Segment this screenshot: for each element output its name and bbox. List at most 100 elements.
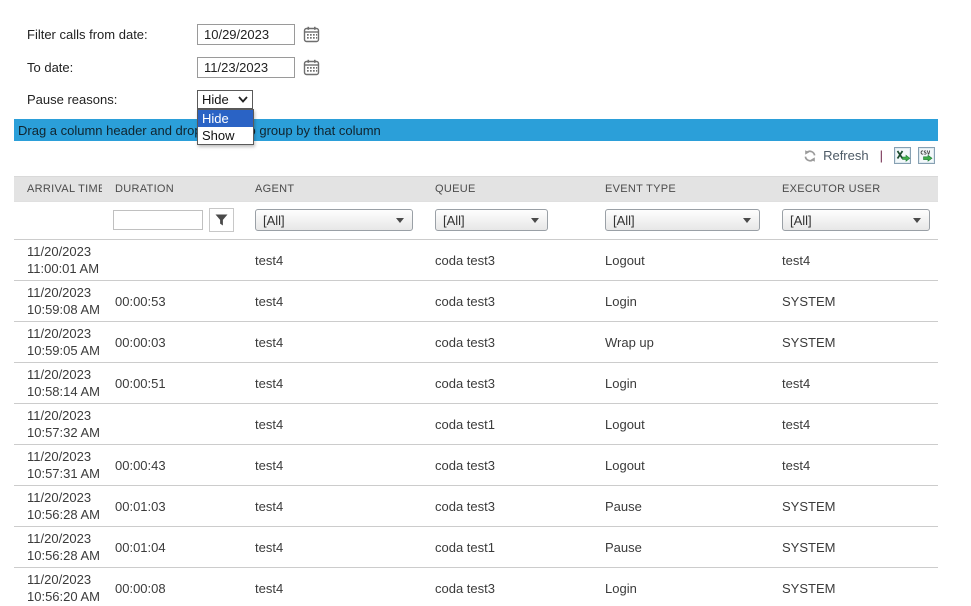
chevron-down-icon	[238, 96, 248, 103]
cell-executor-user: test4	[769, 404, 938, 445]
table-row[interactable]: 11/20/202310:58:14 AM 00:00:51 test4 cod…	[14, 363, 938, 404]
column-header-queue[interactable]: QUEUE	[422, 177, 592, 202]
cell-arrival-time: 11/20/202310:56:20 AM	[14, 568, 102, 606]
cell-arrival-time: 11/20/202310:58:14 AM	[14, 363, 102, 404]
pause-reasons-select[interactable]: Hide	[197, 90, 253, 109]
cell-duration: 00:00:53	[102, 281, 242, 322]
pause-reasons-row: Pause reasons: Hide	[27, 90, 253, 109]
cell-agent: test4	[242, 527, 422, 568]
table-row[interactable]: 11/20/202310:57:31 AM 00:00:43 test4 cod…	[14, 445, 938, 486]
cell-queue: coda test3	[422, 486, 592, 527]
grid-filter-row: [All] [All] [All] [All]	[14, 202, 938, 240]
calendar-icon[interactable]	[303, 26, 320, 43]
grid-header-row: ARRIVAL TIME DURATION AGENT QUEUE EVENT …	[14, 177, 938, 202]
filter-from-label: Filter calls from date:	[27, 27, 197, 42]
cell-queue: coda test3	[422, 568, 592, 606]
chevron-down-icon	[913, 218, 921, 223]
pause-reasons-option-list: Hide Show	[197, 109, 254, 145]
cell-executor-user: test4	[769, 240, 938, 281]
filter-to-date-input[interactable]	[197, 57, 295, 78]
cell-executor-user: SYSTEM	[769, 527, 938, 568]
cell-queue: coda test3	[422, 445, 592, 486]
cell-executor-user: SYSTEM	[769, 281, 938, 322]
cell-duration: 00:00:43	[102, 445, 242, 486]
table-row[interactable]: 11/20/202310:59:08 AM 00:00:53 test4 cod…	[14, 281, 938, 322]
agent-filter-value: [All]	[263, 213, 285, 228]
cell-event-type: Login	[592, 363, 769, 404]
cell-queue: coda test1	[422, 527, 592, 568]
filter-to-label: To date:	[27, 60, 197, 75]
cell-executor-user: SYSTEM	[769, 568, 938, 606]
cell-event-type: Pause	[592, 527, 769, 568]
cell-event-type: Logout	[592, 445, 769, 486]
select-option-hide[interactable]: Hide	[198, 110, 253, 127]
cell-agent: test4	[242, 322, 422, 363]
column-header-event-type[interactable]: EVENT TYPE	[592, 177, 769, 202]
chevron-down-icon	[743, 218, 751, 223]
chevron-down-icon	[531, 218, 539, 223]
events-grid: ARRIVAL TIME DURATION AGENT QUEUE EVENT …	[14, 176, 938, 606]
queue-filter-dropdown[interactable]: [All]	[435, 209, 548, 231]
agent-filter-dropdown[interactable]: [All]	[255, 209, 413, 231]
executor-user-filter-dropdown[interactable]: [All]	[782, 209, 930, 231]
table-row[interactable]: 11/20/202310:57:32 AM test4 coda test1 L…	[14, 404, 938, 445]
cell-queue: coda test3	[422, 322, 592, 363]
pause-reasons-label: Pause reasons:	[27, 92, 197, 107]
select-option-show[interactable]: Show	[198, 127, 253, 144]
cell-event-type: Login	[592, 568, 769, 606]
filter-to-row: To date:	[27, 57, 320, 78]
duration-filter-input[interactable]	[113, 210, 203, 230]
cell-arrival-time: 11/20/202310:59:05 AM	[14, 322, 102, 363]
cell-executor-user: test4	[769, 445, 938, 486]
refresh-circular-arrows-icon	[803, 149, 817, 163]
cell-event-type: Logout	[592, 240, 769, 281]
table-row[interactable]: 11/20/202311:00:01 AM test4 coda test3 L…	[14, 240, 938, 281]
cell-duration: 00:00:03	[102, 322, 242, 363]
cell-agent: test4	[242, 445, 422, 486]
cell-agent: test4	[242, 363, 422, 404]
column-header-arrival-time[interactable]: ARRIVAL TIME	[14, 177, 102, 202]
cell-duration: 00:01:03	[102, 486, 242, 527]
cell-duration: 00:00:51	[102, 363, 242, 404]
pause-reasons-selected-value: Hide	[202, 92, 229, 107]
cell-agent: test4	[242, 404, 422, 445]
refresh-button[interactable]: Refresh	[803, 148, 869, 163]
csv-export-icon[interactable]: CSV	[918, 147, 935, 164]
table-row[interactable]: 11/20/202310:56:28 AM 00:01:03 test4 cod…	[14, 486, 938, 527]
cell-executor-user: SYSTEM	[769, 322, 938, 363]
cell-arrival-time: 11/20/202310:56:28 AM	[14, 527, 102, 568]
calendar-icon[interactable]	[303, 59, 320, 76]
filter-from-date-input[interactable]	[197, 24, 295, 45]
queue-filter-value: [All]	[443, 213, 465, 228]
group-by-drop-bar[interactable]: Drag a column header and drop it here to…	[14, 119, 938, 141]
grid-toolbar: Refresh | CSV	[803, 147, 935, 164]
filter-from-row: Filter calls from date:	[27, 24, 320, 45]
cell-event-type: Wrap up	[592, 322, 769, 363]
cell-queue: coda test3	[422, 240, 592, 281]
table-row[interactable]: 11/20/202310:59:05 AM 00:00:03 test4 cod…	[14, 322, 938, 363]
cell-event-type: Logout	[592, 404, 769, 445]
cell-arrival-time: 11/20/202310:56:28 AM	[14, 486, 102, 527]
cell-arrival-time: 11/20/202310:57:32 AM	[14, 404, 102, 445]
cell-arrival-time: 11/20/202310:59:08 AM	[14, 281, 102, 322]
executor-user-filter-value: [All]	[790, 213, 812, 228]
column-header-duration[interactable]: DURATION	[102, 177, 242, 202]
table-row[interactable]: 11/20/202310:56:28 AM 00:01:04 test4 cod…	[14, 527, 938, 568]
cell-arrival-time: 11/20/202311:00:01 AM	[14, 240, 102, 281]
cell-duration: 00:01:04	[102, 527, 242, 568]
cell-agent: test4	[242, 240, 422, 281]
cell-duration	[102, 240, 242, 281]
column-header-executor-user[interactable]: EXECUTOR USER	[769, 177, 938, 202]
cell-agent: test4	[242, 486, 422, 527]
event-type-filter-dropdown[interactable]: [All]	[605, 209, 760, 231]
cell-arrival-time: 11/20/202310:57:31 AM	[14, 445, 102, 486]
refresh-label: Refresh	[823, 148, 869, 163]
column-header-agent[interactable]: AGENT	[242, 177, 422, 202]
cell-event-type: Pause	[592, 486, 769, 527]
table-row[interactable]: 11/20/202310:56:20 AM 00:00:08 test4 cod…	[14, 568, 938, 606]
cell-agent: test4	[242, 568, 422, 606]
filter-funnel-icon[interactable]	[209, 208, 234, 232]
cell-agent: test4	[242, 281, 422, 322]
excel-export-icon[interactable]	[894, 147, 911, 164]
cell-executor-user: SYSTEM	[769, 486, 938, 527]
